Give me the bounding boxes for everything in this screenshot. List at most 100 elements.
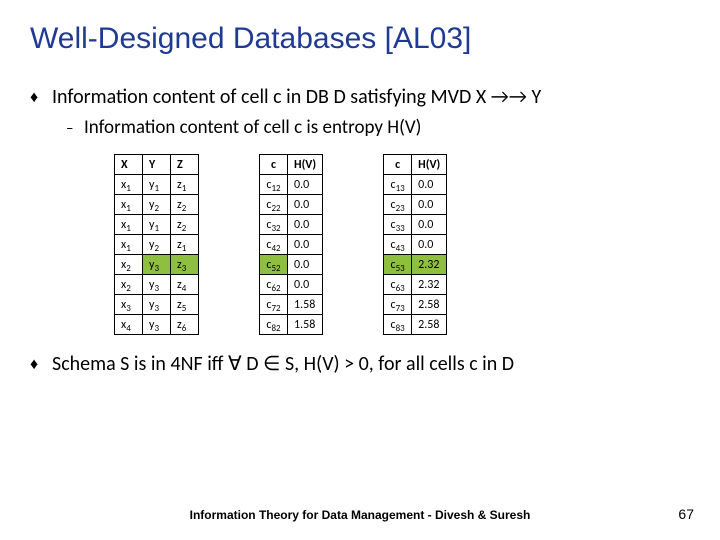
diamond-icon: ♦ [30, 84, 52, 112]
table-row: c832.58 [384, 315, 447, 335]
table-row: x4y3z6 [115, 315, 199, 335]
table-header: X [115, 155, 143, 175]
table-cell: 0.0 [288, 195, 323, 215]
table-cell: y3 [143, 295, 171, 315]
table-row: x1y2z1 [115, 235, 199, 255]
table-cell: y3 [143, 255, 171, 275]
table-cell: 2.32 [412, 255, 447, 275]
page-number: 67 [678, 506, 694, 522]
table-xyz: XYZ x1y1z1x1y2z2x1y1z2x1y2z1x2y3z3x2y3z4… [114, 154, 199, 335]
table-cell: c33 [384, 215, 412, 235]
table-header: H(V) [288, 155, 323, 175]
table-cell: y1 [143, 175, 171, 195]
table-cell: c63 [384, 275, 412, 295]
table-cell: x1 [115, 175, 143, 195]
table-cell: c23 [384, 195, 412, 215]
table-cell: 0.0 [288, 215, 323, 235]
table-cell: 0.0 [288, 255, 323, 275]
table-cell: x1 [115, 195, 143, 215]
table-row: c520.0 [260, 255, 323, 275]
table-cell: y2 [143, 195, 171, 215]
page-title: Well-Designed Databases [AL03] [30, 22, 690, 56]
table-header: c [384, 155, 412, 175]
bullet-1: ♦ Information content of cell c in DB D … [30, 84, 690, 112]
table-cell: z3 [171, 255, 199, 275]
table-cell: x1 [115, 215, 143, 235]
table-cell: z6 [171, 315, 199, 335]
table-cell: y1 [143, 215, 171, 235]
table-row: x1y1z2 [115, 215, 199, 235]
table-cell: y3 [143, 315, 171, 335]
table-cell: 1.58 [288, 295, 323, 315]
table-cell: 2.58 [412, 315, 447, 335]
table-row: c130.0 [384, 175, 447, 195]
table-cell: c82 [260, 315, 288, 335]
table-row: c430.0 [384, 235, 447, 255]
table-row: x1y1z1 [115, 175, 199, 195]
table-row: c821.58 [260, 315, 323, 335]
sub-bullet-1: – Information content of cell c is entro… [66, 116, 690, 142]
table-header: H(V) [412, 155, 447, 175]
sub-bullet-1-text: Information content of cell c is entropy… [84, 116, 421, 139]
table-cell: z1 [171, 175, 199, 195]
table-cell: 0.0 [412, 235, 447, 255]
table-cell: y3 [143, 275, 171, 295]
table-cell: 0.0 [412, 215, 447, 235]
table-cell: x4 [115, 315, 143, 335]
table-cell: x2 [115, 275, 143, 295]
footer-text: Information Theory for Data Management -… [0, 508, 720, 522]
table-row: c330.0 [384, 215, 447, 235]
table-row: c721.58 [260, 295, 323, 315]
table-hv-a: cH(V) c120.0c220.0c320.0c420.0c520.0c620… [259, 154, 323, 335]
table-cell: c42 [260, 235, 288, 255]
table-row: x1y2z2 [115, 195, 199, 215]
table-cell: 0.0 [288, 235, 323, 255]
table-row: x3y3z5 [115, 295, 199, 315]
table-cell: 0.0 [288, 175, 323, 195]
table-cell: c13 [384, 175, 412, 195]
table-row: c230.0 [384, 195, 447, 215]
table-row: c632.32 [384, 275, 447, 295]
table-cell: c32 [260, 215, 288, 235]
table-cell: 1.58 [288, 315, 323, 335]
table-cell: 0.0 [288, 275, 323, 295]
table-cell: 2.32 [412, 275, 447, 295]
tables-area: XYZ x1y1z1x1y2z2x1y1z2x1y2z1x2y3z3x2y3z4… [114, 154, 690, 335]
table-cell: c72 [260, 295, 288, 315]
table-cell: z1 [171, 235, 199, 255]
table-cell: x3 [115, 295, 143, 315]
table-cell: c52 [260, 255, 288, 275]
table-cell: y2 [143, 235, 171, 255]
table-cell: 0.0 [412, 195, 447, 215]
table-cell: x2 [115, 255, 143, 275]
table-row: x2y3z3 [115, 255, 199, 275]
table-cell: z5 [171, 295, 199, 315]
table-cell: z2 [171, 215, 199, 235]
bullet-1-text: Information content of cell c in DB D sa… [52, 84, 541, 111]
table-row: c732.58 [384, 295, 447, 315]
table-cell: z4 [171, 275, 199, 295]
table-cell: 0.0 [412, 175, 447, 195]
table-row: c620.0 [260, 275, 323, 295]
table-row: c532.32 [384, 255, 447, 275]
table-cell: z2 [171, 195, 199, 215]
bullet-2: ♦ Schema S is in 4NF iff ∀ D ∈ S, H(V) >… [30, 351, 690, 379]
table-cell: c53 [384, 255, 412, 275]
table-hv-b: cH(V) c130.0c230.0c330.0c430.0c532.32c63… [383, 154, 447, 335]
table-row: x2y3z4 [115, 275, 199, 295]
table-cell: 2.58 [412, 295, 447, 315]
table-header: Z [171, 155, 199, 175]
table-row: c120.0 [260, 175, 323, 195]
table-cell: c83 [384, 315, 412, 335]
table-header: Y [143, 155, 171, 175]
table-row: c320.0 [260, 215, 323, 235]
table-cell: c12 [260, 175, 288, 195]
table-cell: c62 [260, 275, 288, 295]
table-row: c220.0 [260, 195, 323, 215]
dash-icon: – [66, 116, 84, 142]
table-cell: c22 [260, 195, 288, 215]
table-cell: c73 [384, 295, 412, 315]
bullet-2-text: Schema S is in 4NF iff ∀ D ∈ S, H(V) > 0… [52, 351, 514, 378]
table-row: c420.0 [260, 235, 323, 255]
table-cell: x1 [115, 235, 143, 255]
